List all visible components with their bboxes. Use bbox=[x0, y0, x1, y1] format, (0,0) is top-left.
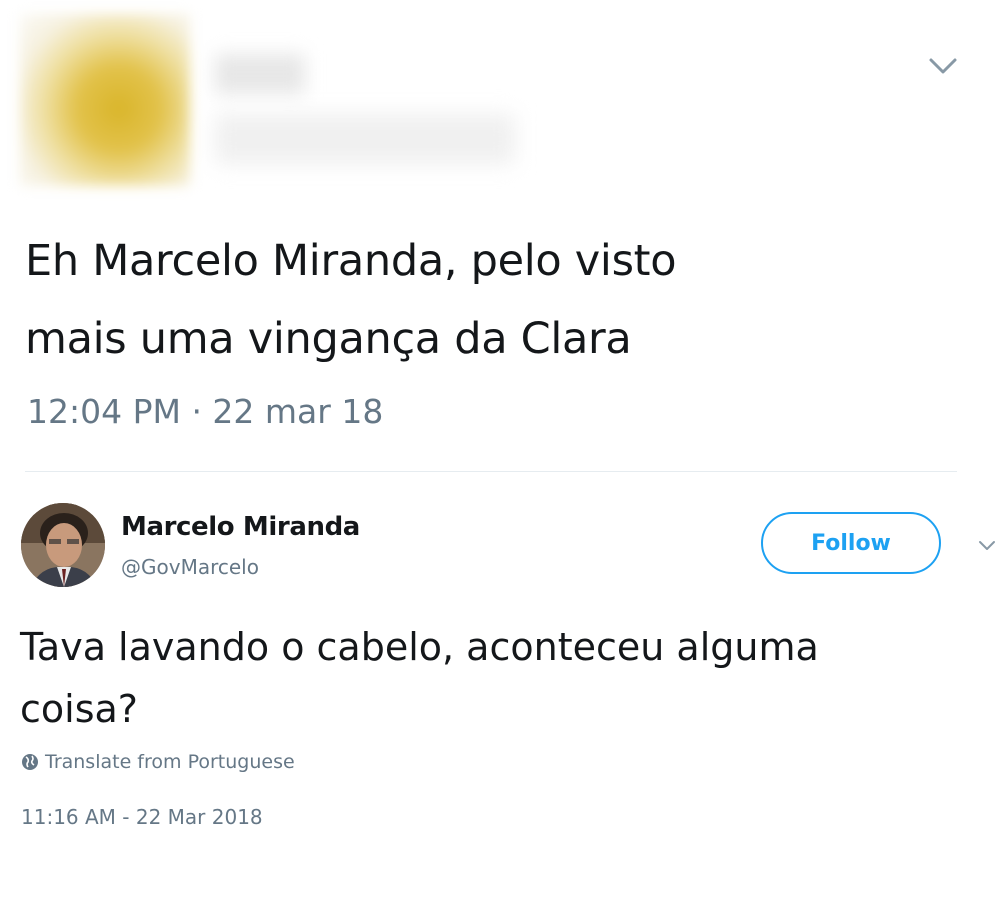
translate-label[interactable]: Translate from Portuguese bbox=[45, 751, 295, 773]
avatar-photo bbox=[21, 503, 105, 587]
avatar[interactable] bbox=[21, 503, 105, 587]
follow-button[interactable]: Follow bbox=[761, 512, 941, 574]
globe-icon bbox=[22, 754, 38, 770]
chevron-down-icon[interactable] bbox=[977, 538, 997, 554]
embedded-tweet-text: Tava lavando o cabelo, aconteceu alguma c… bbox=[20, 616, 960, 740]
outer-tweet-text-line1: Eh Marcelo Miranda, pelo visto bbox=[25, 236, 677, 286]
blurred-avatar bbox=[20, 14, 190, 186]
blurred-author-name bbox=[215, 54, 305, 94]
divider bbox=[25, 471, 957, 472]
embedded-tweet-timestamp[interactable]: 11:16 AM - 22 Mar 2018 bbox=[21, 805, 263, 829]
outer-tweet-text-line2: mais uma vingança da Clara bbox=[25, 314, 632, 364]
translate-link[interactable]: Translate from Portuguese bbox=[21, 751, 295, 773]
outer-tweet-header bbox=[20, 14, 520, 186]
outer-tweet-timestamp[interactable]: 12:04 PM · 22 mar 18 bbox=[27, 388, 383, 436]
outer-tweet-text: Eh Marcelo Miranda, pelo visto mais uma v… bbox=[25, 222, 955, 378]
chevron-down-icon[interactable] bbox=[928, 54, 958, 78]
author-name[interactable]: Marcelo Miranda bbox=[121, 512, 360, 542]
embedded-tweet-text-line1: Tava lavando o cabelo, aconteceu alguma bbox=[20, 625, 819, 669]
author-handle[interactable]: @GovMarcelo bbox=[121, 555, 259, 579]
embedded-tweet-text-line2: coisa? bbox=[20, 687, 138, 731]
blurred-author-handle bbox=[215, 114, 515, 164]
